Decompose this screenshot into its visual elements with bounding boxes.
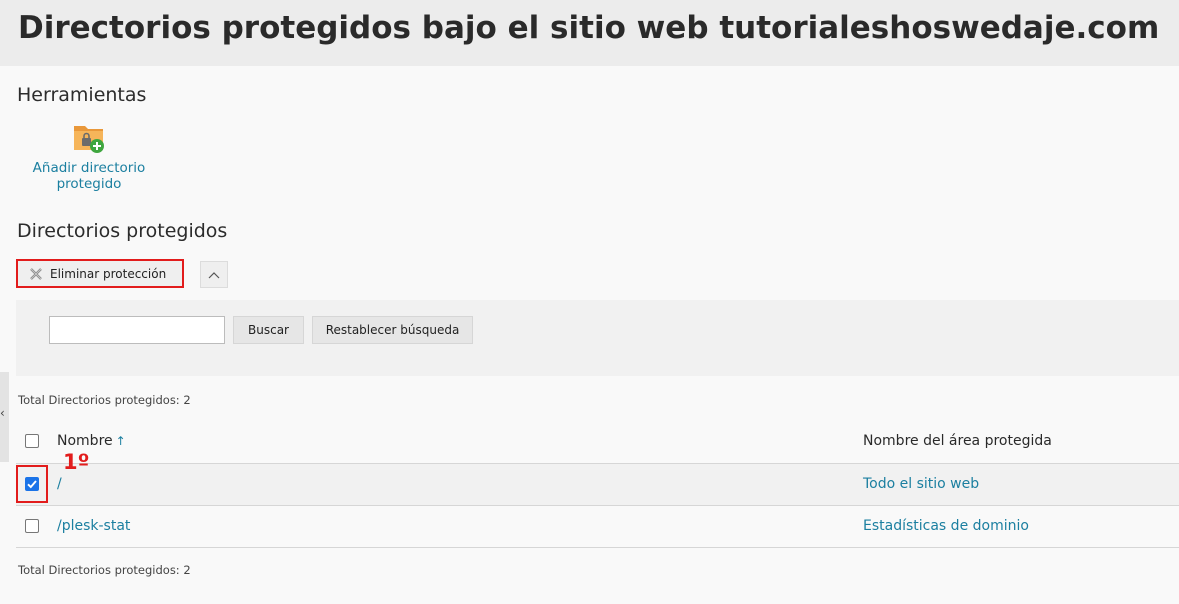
table-header: Nombre ↑ Nombre del área protegida [16, 421, 1179, 464]
total-count-top: Total Directorios protegidos: 2 [18, 393, 191, 407]
directories-table: Nombre ↑ Nombre del área protegida / Todo… [16, 421, 1179, 548]
sidebar-toggle-chevron-icon: ‹ [0, 406, 5, 420]
reset-search-button[interactable]: Restablecer búsqueda [312, 316, 473, 344]
add-directory-label-line1: Añadir directorio [32, 160, 146, 176]
page-title: Directorios protegidos bajo el sitio web… [18, 10, 1160, 46]
title-bar: Directorios protegidos bajo el sitio web… [0, 0, 1179, 66]
column-name-label: Nombre [57, 433, 113, 449]
add-protected-directory-button[interactable]: Añadir directorio protegido [28, 120, 150, 192]
table-row[interactable]: /plesk-stat Estadísticas de dominio [16, 506, 1179, 548]
table-row[interactable]: / Todo el sitio web [16, 464, 1179, 506]
collapse-toggle-button[interactable] [200, 261, 228, 288]
step-1-annotation: 1º [63, 450, 90, 474]
sidebar-toggle[interactable]: ‹ [0, 372, 9, 462]
directory-name-link[interactable]: /plesk-stat [57, 518, 130, 534]
directories-heading: Directorios protegidos [17, 220, 228, 242]
chevron-up-icon [208, 271, 220, 278]
x-icon [30, 267, 42, 280]
column-header-area: Nombre del área protegida [863, 433, 1052, 449]
row-checkbox[interactable] [25, 519, 39, 533]
total-count-bottom: Total Directorios protegidos: 2 [18, 563, 191, 577]
protected-area-link[interactable]: Todo el sitio web [863, 476, 979, 492]
column-header-name[interactable]: Nombre ↑ [57, 433, 126, 449]
folder-add-icon [74, 126, 104, 153]
sort-ascending-icon: ↑ [115, 434, 126, 448]
step-1-highlight [16, 465, 48, 503]
add-directory-label-line2: protegido [56, 176, 122, 192]
search-input[interactable] [49, 316, 225, 344]
protected-area-link[interactable]: Estadísticas de dominio [863, 518, 1029, 534]
tools-heading: Herramientas [17, 84, 147, 106]
remove-protection-label: Eliminar protección [50, 266, 167, 281]
search-button[interactable]: Buscar [233, 316, 304, 344]
remove-protection-button[interactable]: Eliminar protección [16, 259, 184, 288]
select-all-checkbox[interactable] [25, 434, 39, 448]
directory-name-link[interactable]: / [57, 476, 62, 492]
